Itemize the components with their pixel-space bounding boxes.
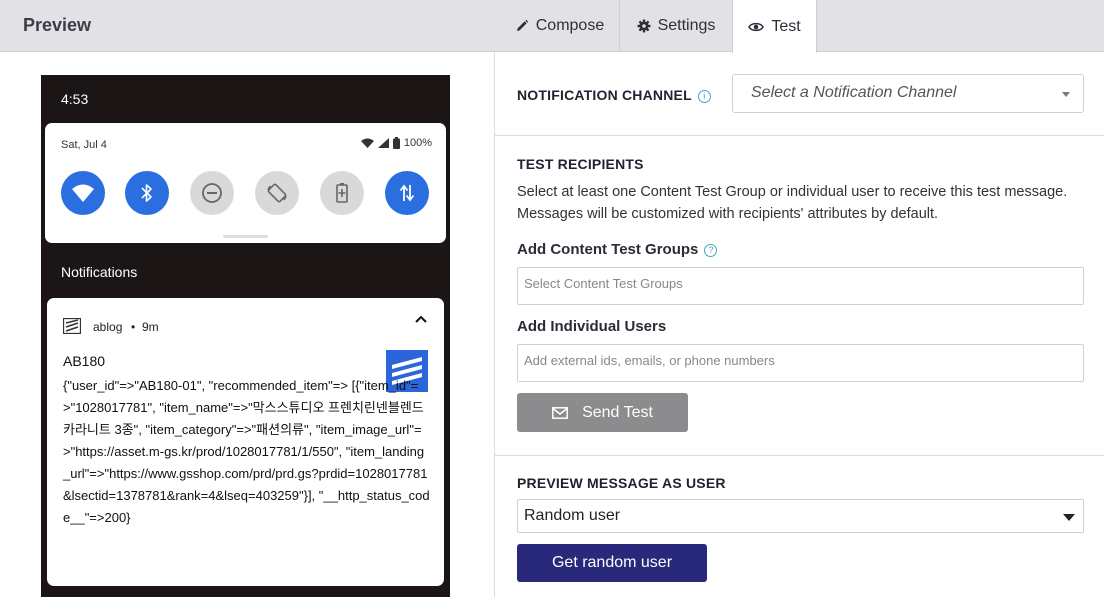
mobile-data-icon [399, 184, 415, 202]
pencil-icon [516, 19, 528, 31]
info-icon[interactable]: i [697, 90, 711, 103]
cell-signal-icon [377, 138, 389, 148]
notification-title: AB180 [63, 353, 106, 369]
notification-channel-label: NOTIFICATION CHANNEL i [517, 87, 711, 103]
individual-users-input[interactable]: Add external ids, emails, or phone numbe… [517, 344, 1084, 382]
status-time: 4:53 [61, 91, 89, 107]
chevron-down-icon [1063, 514, 1075, 521]
qs-tile-data[interactable] [385, 171, 429, 215]
individual-users-label: Add Individual Users [517, 318, 667, 335]
notification-channel-placeholder: Select a Notification Channel [751, 84, 957, 101]
battery-icon [392, 137, 400, 149]
qs-tile-dnd[interactable] [190, 171, 234, 215]
qs-date: Sat, Jul 4 [61, 139, 107, 151]
send-test-label: Send Test [582, 403, 653, 421]
battery-saver-icon [336, 183, 348, 203]
qs-tile-battery-saver[interactable] [320, 171, 364, 215]
preview-as-user-label: PREVIEW MESSAGE AS USER [517, 475, 726, 491]
do-not-disturb-icon [202, 183, 222, 203]
qs-tile-bluetooth[interactable] [125, 171, 169, 215]
tab-compose[interactable]: Compose [500, 0, 619, 52]
tab-compose-label: Compose [535, 17, 605, 34]
envelope-icon [552, 406, 569, 419]
quick-settings-panel: Sat, Jul 4 100% [45, 123, 446, 243]
notification-card[interactable]: ablog • 9m AB180 {"user_id"=>"AB180-01",… [47, 298, 444, 586]
tab-settings-label: Settings [657, 17, 716, 34]
tab-test[interactable]: Test [732, 0, 817, 53]
tab-test-label: Test [771, 17, 801, 35]
preview-header: Preview Compose Settings Test [0, 0, 1104, 53]
notification-time: 9m [142, 320, 159, 334]
chevron-up-icon[interactable] [414, 314, 428, 324]
notification-body: {"user_id"=>"AB180-01", "recommended_ite… [63, 378, 430, 525]
test-recipients-description: Select at least one Content Test Group o… [517, 184, 1068, 222]
test-recipients-label: TEST RECIPIENTS [517, 156, 644, 172]
qs-tile-rotate[interactable] [255, 171, 299, 215]
status-icons: 100% [360, 137, 432, 149]
content-test-groups-label-text: Add Content Test Groups [517, 241, 699, 258]
preview-as-user-section: PREVIEW MESSAGE AS USER Random user Get … [495, 456, 1104, 597]
bluetooth-icon [141, 184, 152, 202]
notification-channel-label-text: NOTIFICATION CHANNEL [517, 87, 692, 103]
notifications-label: Notifications [61, 264, 138, 280]
qs-drag-handle[interactable] [223, 235, 268, 238]
get-random-user-button[interactable]: Get random user [517, 544, 707, 582]
eye-icon [748, 22, 765, 31]
help-icon[interactable]: ? [704, 244, 718, 257]
page-title: Preview [23, 15, 92, 35]
wifi-signal-icon [360, 138, 374, 148]
tab-settings[interactable]: Settings [619, 0, 732, 52]
auto-rotate-icon [267, 183, 287, 203]
notification-separator: • [131, 320, 136, 334]
preview-user-select[interactable]: Random user [517, 499, 1084, 533]
ablog-app-icon [63, 318, 81, 334]
send-test-button[interactable]: Send Test [517, 393, 688, 432]
gear-icon [637, 19, 651, 33]
content-test-groups-label: Add Content Test Groups? [517, 241, 718, 258]
notification-channel-select[interactable]: Select a Notification Channel [732, 74, 1084, 113]
battery-percent: 100% [403, 137, 432, 149]
preview-user-selected: Random user [524, 507, 621, 524]
phone-preview: 4:53 Sat, Jul 4 100% Notifications ablog… [41, 75, 450, 597]
chevron-down-icon [1062, 92, 1070, 97]
wifi-icon [72, 184, 94, 202]
notification-app-name: ablog [93, 320, 123, 334]
content-test-groups-input[interactable]: Select Content Test Groups [517, 267, 1084, 305]
qs-tile-wifi[interactable] [61, 171, 105, 215]
notification-channel-section: NOTIFICATION CHANNEL i Select a Notificat… [495, 52, 1104, 136]
test-recipients-section: TEST RECIPIENTS Select at least one Cont… [495, 136, 1104, 456]
